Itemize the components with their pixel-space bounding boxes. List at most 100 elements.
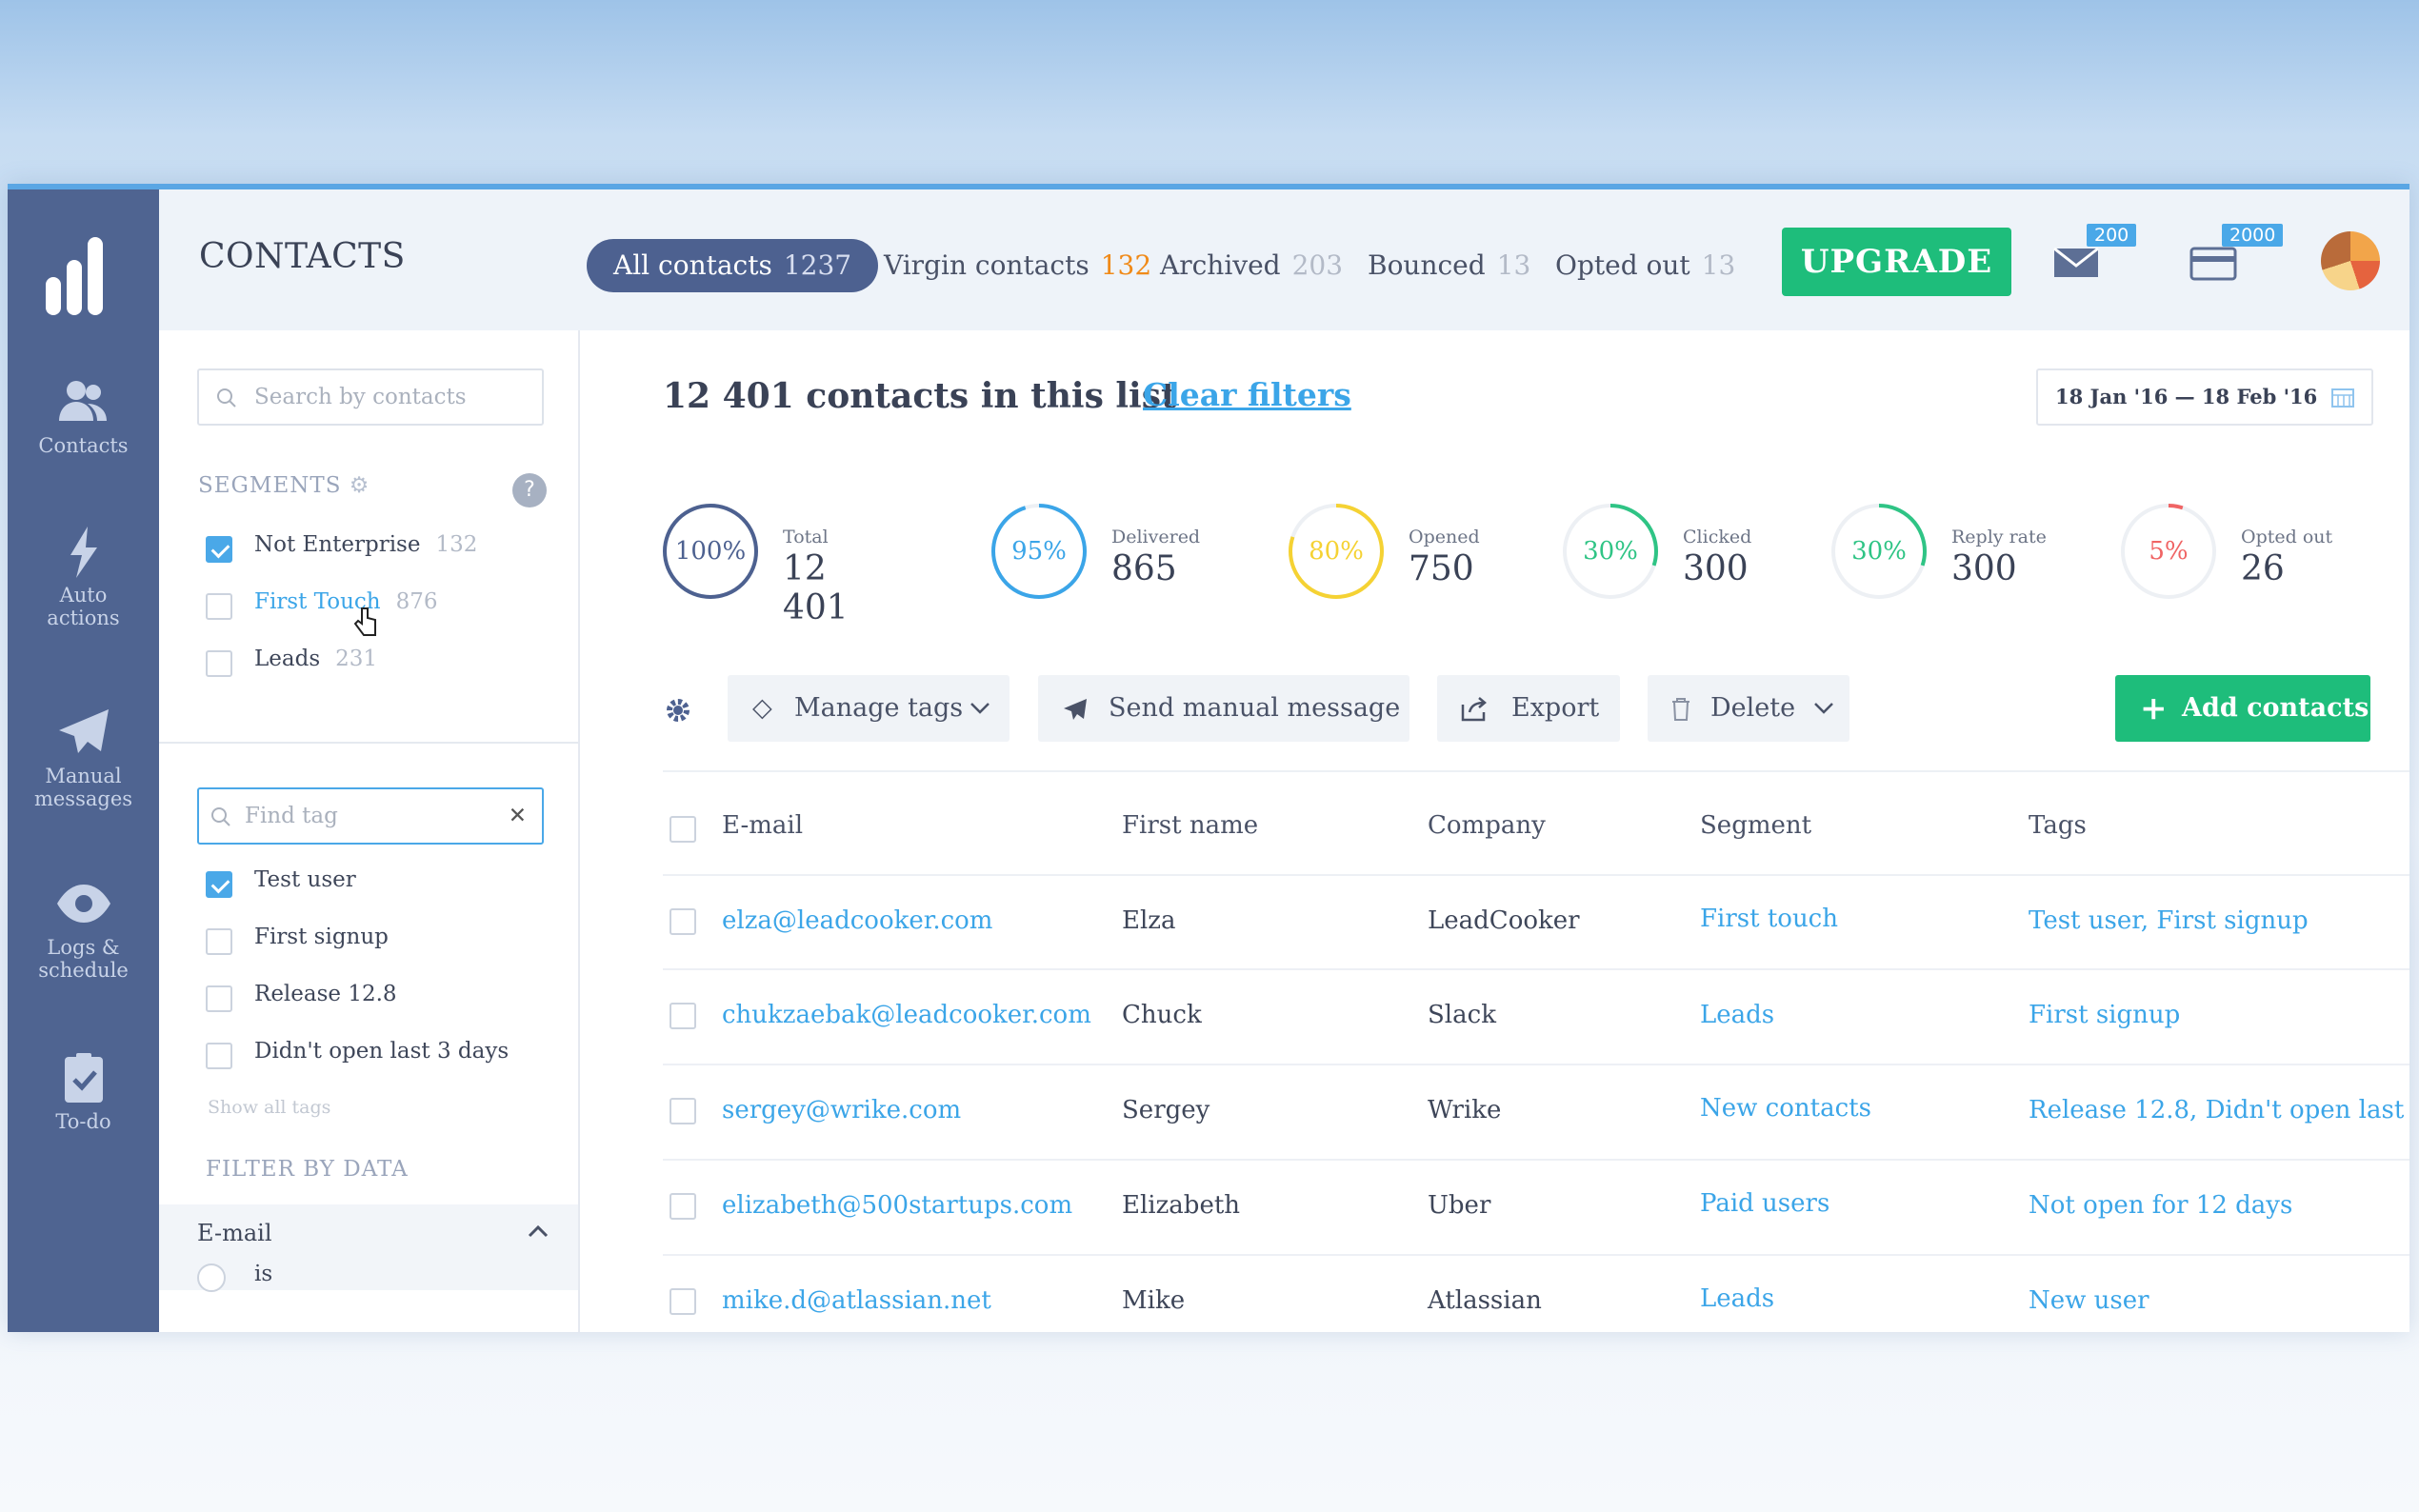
- row-checkbox[interactable]: [670, 1288, 696, 1315]
- export-icon: [1461, 697, 1487, 722]
- row-checkbox[interactable]: [670, 1193, 696, 1220]
- segment-count: 876: [395, 589, 438, 614]
- help-icon[interactable]: ?: [512, 473, 547, 507]
- search-placeholder: Search by contacts: [254, 385, 467, 409]
- app-logo[interactable]: [46, 229, 122, 315]
- column-header-tags[interactable]: Tags: [2029, 811, 2087, 840]
- radio-is[interactable]: [197, 1263, 226, 1292]
- tag-checkbox-release[interactable]: [206, 985, 232, 1012]
- tags-link[interactable]: New user: [2029, 1286, 2149, 1315]
- clipboard-check-icon: [64, 1053, 103, 1103]
- email-link[interactable]: elizabeth@500startups.com: [722, 1191, 1072, 1220]
- stat-label: Opened: [1409, 527, 1480, 547]
- main-content: 12 401 contacts in this list Clear filte…: [579, 330, 2409, 1332]
- gear-icon[interactable]: ⚙: [350, 473, 370, 498]
- row-checkbox[interactable]: [670, 1098, 696, 1124]
- sidebar-item-todo[interactable]: To-do: [8, 1051, 159, 1133]
- table-row[interactable]: elza@leadcooker.com Elza LeadCooker Firs…: [663, 874, 2409, 967]
- chevron-down-icon: [1814, 703, 1833, 714]
- tab-label: Bounced: [1368, 249, 1486, 281]
- segment-first-touch[interactable]: First Touch 876: [254, 589, 437, 614]
- stat-label: Reply rate: [1951, 527, 2047, 547]
- sidebar-item-label: Logs & schedule: [38, 936, 129, 982]
- email-filter-section[interactable]: E-mail is: [159, 1204, 578, 1292]
- tag-search-input[interactable]: Find tag ✕: [197, 787, 544, 845]
- table-row[interactable]: chukzaebak@leadcooker.com Chuck Slack Le…: [663, 968, 2409, 1062]
- tab-all-contacts[interactable]: All contacts 1237: [587, 239, 879, 292]
- segment-leads[interactable]: Leads 231: [254, 647, 377, 671]
- column-header-segment[interactable]: Segment: [1700, 811, 1811, 840]
- tag-checkbox-first-signup[interactable]: [206, 928, 232, 955]
- avatar[interactable]: [2321, 231, 2380, 290]
- table-row[interactable]: elizabeth@500startups.com Elizabeth Uber…: [663, 1159, 2409, 1252]
- first-name-cell: Elza: [1122, 906, 1176, 935]
- company-cell: Uber: [1428, 1191, 1491, 1220]
- tab-bounced[interactable]: Bounced 13: [1368, 239, 1530, 292]
- column-header-company[interactable]: Company: [1428, 811, 1546, 840]
- tab-label: Opted out: [1555, 249, 1690, 281]
- segment-checkbox-first-touch[interactable]: [206, 593, 232, 620]
- stat-value: 865: [1111, 549, 1177, 588]
- manage-tags-button[interactable]: ◇ Manage tags: [728, 675, 1010, 742]
- tags-link[interactable]: Release 12.8, Didn't open last 3 days: [2029, 1096, 2409, 1124]
- chevron-up-icon[interactable]: [527, 1224, 550, 1239]
- row-checkbox[interactable]: [670, 1003, 696, 1029]
- stat-label: Total: [783, 527, 829, 547]
- tab-opted-out[interactable]: Opted out 13: [1555, 239, 1735, 292]
- sidebar-item-manual-messages[interactable]: Manual messages: [8, 706, 159, 810]
- first-name-cell: Elizabeth: [1122, 1191, 1241, 1220]
- tab-archived[interactable]: Archived 203: [1160, 239, 1343, 292]
- delete-label: Delete: [1710, 693, 1796, 723]
- stat-value: 26: [2241, 549, 2285, 588]
- segment-link[interactable]: Paid users: [1700, 1189, 1829, 1218]
- show-all-tags-link[interactable]: Show all tags: [208, 1097, 330, 1118]
- first-name-cell: Chuck: [1122, 1001, 1202, 1029]
- segment-link[interactable]: Leads: [1700, 1001, 1774, 1029]
- tag-checkbox-didnt-open[interactable]: [206, 1043, 232, 1069]
- sidebar-item-label: Manual messages: [33, 765, 133, 810]
- column-header-first-name[interactable]: First name: [1122, 811, 1258, 840]
- segment-checkbox-leads[interactable]: [206, 650, 232, 677]
- tag-release[interactable]: Release 12.8: [254, 982, 397, 1006]
- sidebar-item-logs-schedule[interactable]: Logs & schedule: [8, 877, 159, 982]
- send-manual-message-button[interactable]: Send manual message: [1038, 675, 1409, 742]
- tag-checkbox-test-user[interactable]: [206, 871, 232, 898]
- add-contacts-button[interactable]: + Add contacts: [2115, 675, 2370, 742]
- contact-search-input[interactable]: Search by contacts: [197, 368, 544, 426]
- segment-not-enterprise[interactable]: Not Enterprise 132: [254, 532, 477, 557]
- email-link[interactable]: chukzaebak@leadcooker.com: [722, 1001, 1091, 1029]
- column-header-email[interactable]: E-mail: [722, 811, 803, 840]
- email-link[interactable]: mike.d@atlassian.net: [722, 1286, 991, 1315]
- segment-link[interactable]: Leads: [1700, 1284, 1774, 1313]
- tag-first-signup[interactable]: First signup: [254, 925, 389, 949]
- tags-link[interactable]: First signup: [2029, 1001, 2180, 1029]
- settings-gear-icon[interactable]: [665, 697, 691, 724]
- sidebar-item-contacts[interactable]: Contacts: [8, 375, 159, 457]
- clear-filters-link[interactable]: Clear filters: [1143, 376, 1351, 413]
- sidebar-item-auto-actions[interactable]: Auto actions: [8, 525, 159, 629]
- segment-count: 132: [435, 532, 478, 557]
- delete-button[interactable]: Delete: [1648, 675, 1849, 742]
- paper-plane-icon: [1064, 699, 1087, 720]
- email-link[interactable]: elza@leadcooker.com: [722, 906, 992, 935]
- email-link[interactable]: sergey@wrike.com: [722, 1096, 961, 1124]
- table-row[interactable]: sergey@wrike.com Sergey Wrike New contac…: [663, 1064, 2409, 1157]
- select-all-checkbox[interactable]: [670, 816, 696, 843]
- upgrade-button[interactable]: UPGRADE: [1782, 228, 2011, 296]
- segment-link[interactable]: New contacts: [1700, 1094, 1871, 1123]
- table-row[interactable]: mike.d@atlassian.net Mike Atlassian Lead…: [663, 1254, 2409, 1332]
- paper-plane-icon: [58, 709, 109, 753]
- contacts-count: 12 401 contacts in this list: [663, 376, 1177, 416]
- clear-icon[interactable]: ✕: [509, 789, 527, 843]
- segment-checkbox-not-enterprise[interactable]: [206, 536, 232, 563]
- tab-virgin-contacts[interactable]: Virgin contacts 132: [884, 239, 1151, 292]
- sidebar-item-label: Auto actions: [47, 584, 120, 629]
- tags-link[interactable]: Test user, First signup: [2029, 906, 2309, 935]
- tags-link[interactable]: Not open for 12 days: [2029, 1191, 2292, 1220]
- export-button[interactable]: Export: [1437, 675, 1620, 742]
- row-checkbox[interactable]: [670, 908, 696, 935]
- segment-link[interactable]: First touch: [1700, 905, 1838, 933]
- date-range-picker[interactable]: 18 Jan '16 — 18 Feb '16: [2036, 368, 2373, 426]
- tag-test-user[interactable]: Test user: [254, 867, 356, 892]
- tag-didnt-open[interactable]: Didn't open last 3 days: [254, 1039, 509, 1064]
